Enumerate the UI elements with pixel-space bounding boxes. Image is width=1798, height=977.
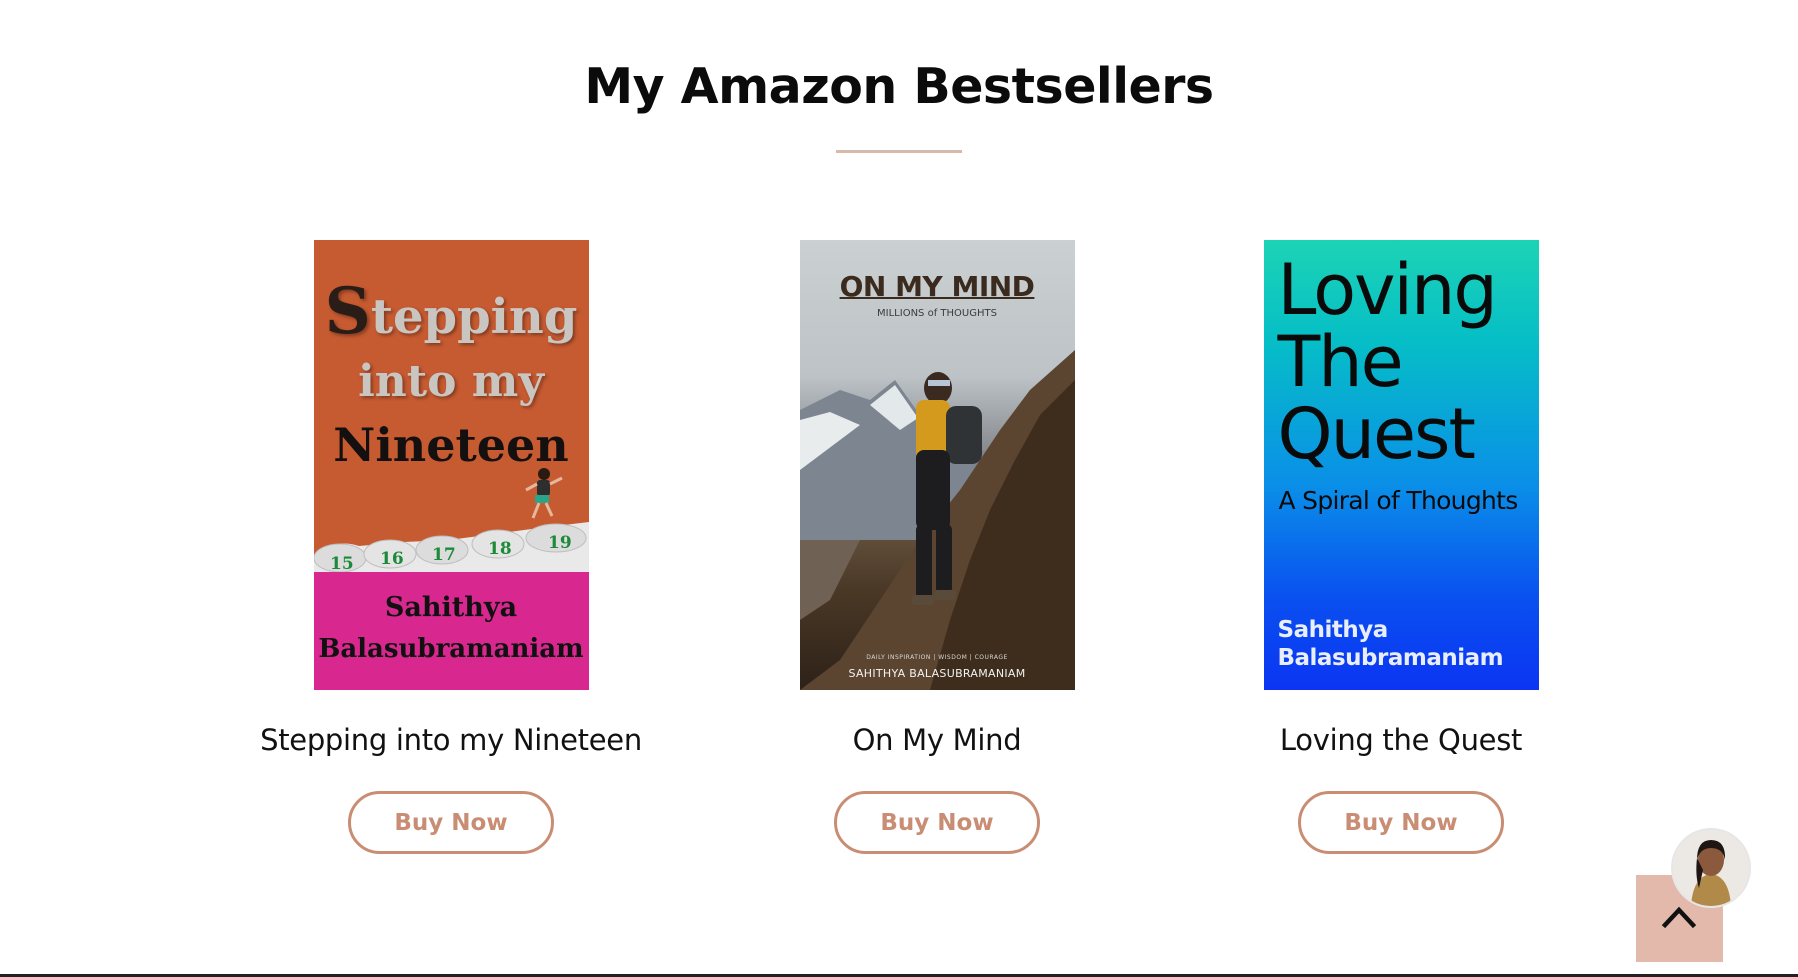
cover-author-line1: Sahithya [384,592,518,623]
cover-title-line1: Loving [1277,249,1498,331]
cover-author-band [313,572,589,690]
section-title: My Amazon Bestsellers [584,58,1214,115]
book-title: Loving the Quest [1279,723,1523,757]
stone-number: 15 [330,554,354,574]
cover-author-line2: Balasubramaniam [318,634,584,664]
buy-now-button[interactable]: Buy Now [348,791,554,854]
stone-number: 18 [488,539,512,559]
book-cover-on-my-mind[interactable]: ON MY MIND MILLIONS of THOUGHTS DAILY IN… [799,240,1075,690]
buy-now-button[interactable]: Buy Now [1298,791,1504,854]
cover-subtitle: MILLIONS of THOUGHTS [877,308,997,319]
book-card-on-my-mind: ON MY MIND MILLIONS of THOUGHTS DAILY IN… [677,240,1197,854]
book-title: Stepping into my Nineteen [260,723,642,757]
buy-now-button[interactable]: Buy Now [834,791,1040,854]
book-card-stepping: Stepping into my Nineteen 15 16 17 18 19… [191,240,711,854]
cover-title-line3: Nineteen [333,418,569,472]
stepping-stones-illustration: 15 16 17 18 19 [313,522,589,576]
cover-author: SAHITHYA BALASUBRAMANIAM [848,667,1026,680]
book-card-loving-the-quest: Loving The Quest A Spiral of Thoughts Sa… [1141,240,1661,854]
book-cover-loving-the-quest[interactable]: Loving The Quest A Spiral of Thoughts Sa… [1263,240,1539,690]
book-cover-stepping[interactable]: Stepping into my Nineteen 15 16 17 18 19… [313,240,589,690]
stone-number: 19 [548,533,572,553]
author-avatar[interactable] [1671,828,1751,908]
stone-number: 16 [380,549,404,569]
avatar-portrait-icon [1673,830,1749,906]
book-title: On My Mind [852,723,1022,757]
cover-title-line2: The [1277,321,1404,403]
cover-title-line3: Quest [1277,393,1476,475]
cover-title-line2: into my [358,356,544,407]
cover-author-line2: Balasubramaniam [1277,645,1504,671]
cover-title: ON MY MIND [839,270,1035,303]
title-underline [836,150,962,153]
cover-author-line1: Sahithya [1277,617,1389,643]
stone-number: 17 [432,545,456,565]
bestsellers-page: My Amazon Bestsellers Stepping into my N… [0,0,1798,977]
chevron-up-icon [1661,906,1697,929]
cover-title-line1: Stepping [324,274,578,349]
cover-subtitle: A Spiral of Thoughts [1278,486,1519,515]
cover-tagline: DAILY INSPIRATION | WISDOM | COURAGE [866,654,1008,661]
